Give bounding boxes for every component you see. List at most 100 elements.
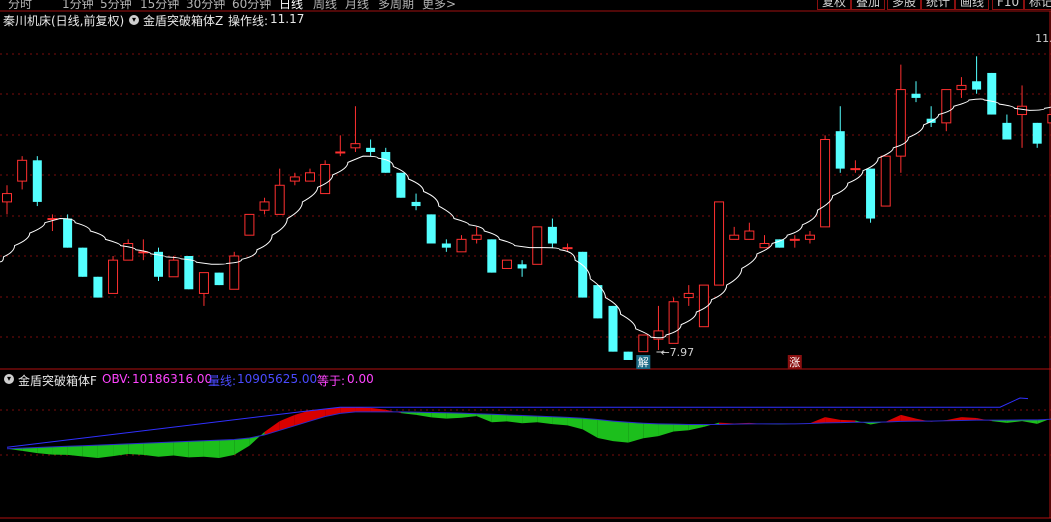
candle xyxy=(471,226,482,244)
candle xyxy=(350,106,361,152)
candle-body xyxy=(108,259,119,294)
candle xyxy=(668,297,679,344)
candle xyxy=(214,272,224,286)
candle xyxy=(32,156,42,207)
candle-body xyxy=(820,139,831,228)
candle-body xyxy=(471,234,482,240)
candle-body xyxy=(880,155,891,207)
candle xyxy=(441,239,451,252)
candle-body xyxy=(578,251,588,298)
candle-body xyxy=(320,163,331,195)
candle xyxy=(229,251,240,290)
candle-body xyxy=(305,172,315,182)
candle-body xyxy=(2,193,12,203)
candle xyxy=(623,351,633,360)
candle-body xyxy=(972,81,982,90)
candle xyxy=(729,226,740,240)
candle xyxy=(683,285,694,306)
candle xyxy=(789,235,800,248)
candle xyxy=(547,218,557,248)
candle-body xyxy=(850,168,861,171)
candle-body xyxy=(668,301,679,344)
candle xyxy=(532,226,543,265)
candle-body xyxy=(78,247,88,277)
candle xyxy=(820,135,831,228)
candle xyxy=(1017,85,1028,148)
obv-fill xyxy=(613,421,629,443)
candle-body xyxy=(274,184,285,215)
obv-fill xyxy=(643,423,659,439)
obv-fill xyxy=(597,419,613,442)
candle xyxy=(880,155,891,207)
candle xyxy=(154,247,163,281)
candle xyxy=(93,276,103,298)
candle xyxy=(244,213,255,236)
obv-fill xyxy=(234,438,250,455)
candle-body xyxy=(532,226,543,265)
obv-fill xyxy=(431,412,447,419)
candle xyxy=(184,255,194,290)
candle-body xyxy=(956,84,967,91)
candle-body xyxy=(366,147,376,152)
candle-body xyxy=(683,292,694,299)
candle xyxy=(168,255,179,278)
candle-body xyxy=(93,276,103,298)
obv-fill xyxy=(370,407,386,412)
kline-chart[interactable]: 11.72 ←7.97 解 涨 xyxy=(0,0,1051,522)
candle-body xyxy=(623,351,633,360)
candle xyxy=(714,201,725,286)
candle xyxy=(987,72,997,115)
candle-body xyxy=(259,201,270,211)
candle xyxy=(1032,122,1042,148)
candle xyxy=(305,168,315,182)
obv-fill xyxy=(128,443,144,455)
candle-body xyxy=(759,243,770,249)
obv-fill xyxy=(113,443,129,457)
obv-fill xyxy=(582,418,598,438)
obv-fill xyxy=(673,424,689,432)
max-price-label: 11.72 xyxy=(1035,32,1051,45)
obv-fill xyxy=(506,414,523,424)
candle-body xyxy=(198,272,209,294)
candle-body xyxy=(941,89,952,124)
obv-fill xyxy=(522,415,538,424)
candle-body xyxy=(729,234,740,240)
candle xyxy=(289,172,300,186)
obv-fill xyxy=(143,442,159,457)
candle-body xyxy=(911,93,921,98)
candle xyxy=(850,160,861,173)
obv-fill xyxy=(173,441,189,458)
candle xyxy=(895,64,906,173)
candle xyxy=(123,239,134,261)
candle-body xyxy=(638,334,649,353)
candle xyxy=(866,168,876,223)
obv-fill xyxy=(1022,419,1038,424)
candle-body xyxy=(562,247,573,250)
candle-body xyxy=(335,151,346,154)
candle xyxy=(638,334,649,353)
candle-body xyxy=(244,213,255,236)
candle-body xyxy=(608,305,618,352)
candle xyxy=(517,260,527,277)
obv-fill xyxy=(249,431,265,446)
candle xyxy=(259,197,270,215)
candle xyxy=(956,77,967,98)
candle xyxy=(804,231,815,244)
candle xyxy=(744,222,755,240)
candle-body xyxy=(63,218,73,248)
obv-fill xyxy=(82,445,98,458)
candle-body xyxy=(289,176,300,182)
candle-body xyxy=(593,285,603,319)
candle-body xyxy=(744,230,755,240)
obv-fill xyxy=(552,416,568,426)
obv-fill xyxy=(219,439,235,458)
candle xyxy=(1002,114,1012,140)
candle xyxy=(47,214,58,232)
obv-fill xyxy=(658,423,674,437)
candle xyxy=(835,106,845,173)
candle xyxy=(911,81,921,103)
candle-body xyxy=(789,238,800,241)
candle xyxy=(2,185,12,215)
obv-fill xyxy=(688,424,704,431)
candle xyxy=(17,156,28,190)
